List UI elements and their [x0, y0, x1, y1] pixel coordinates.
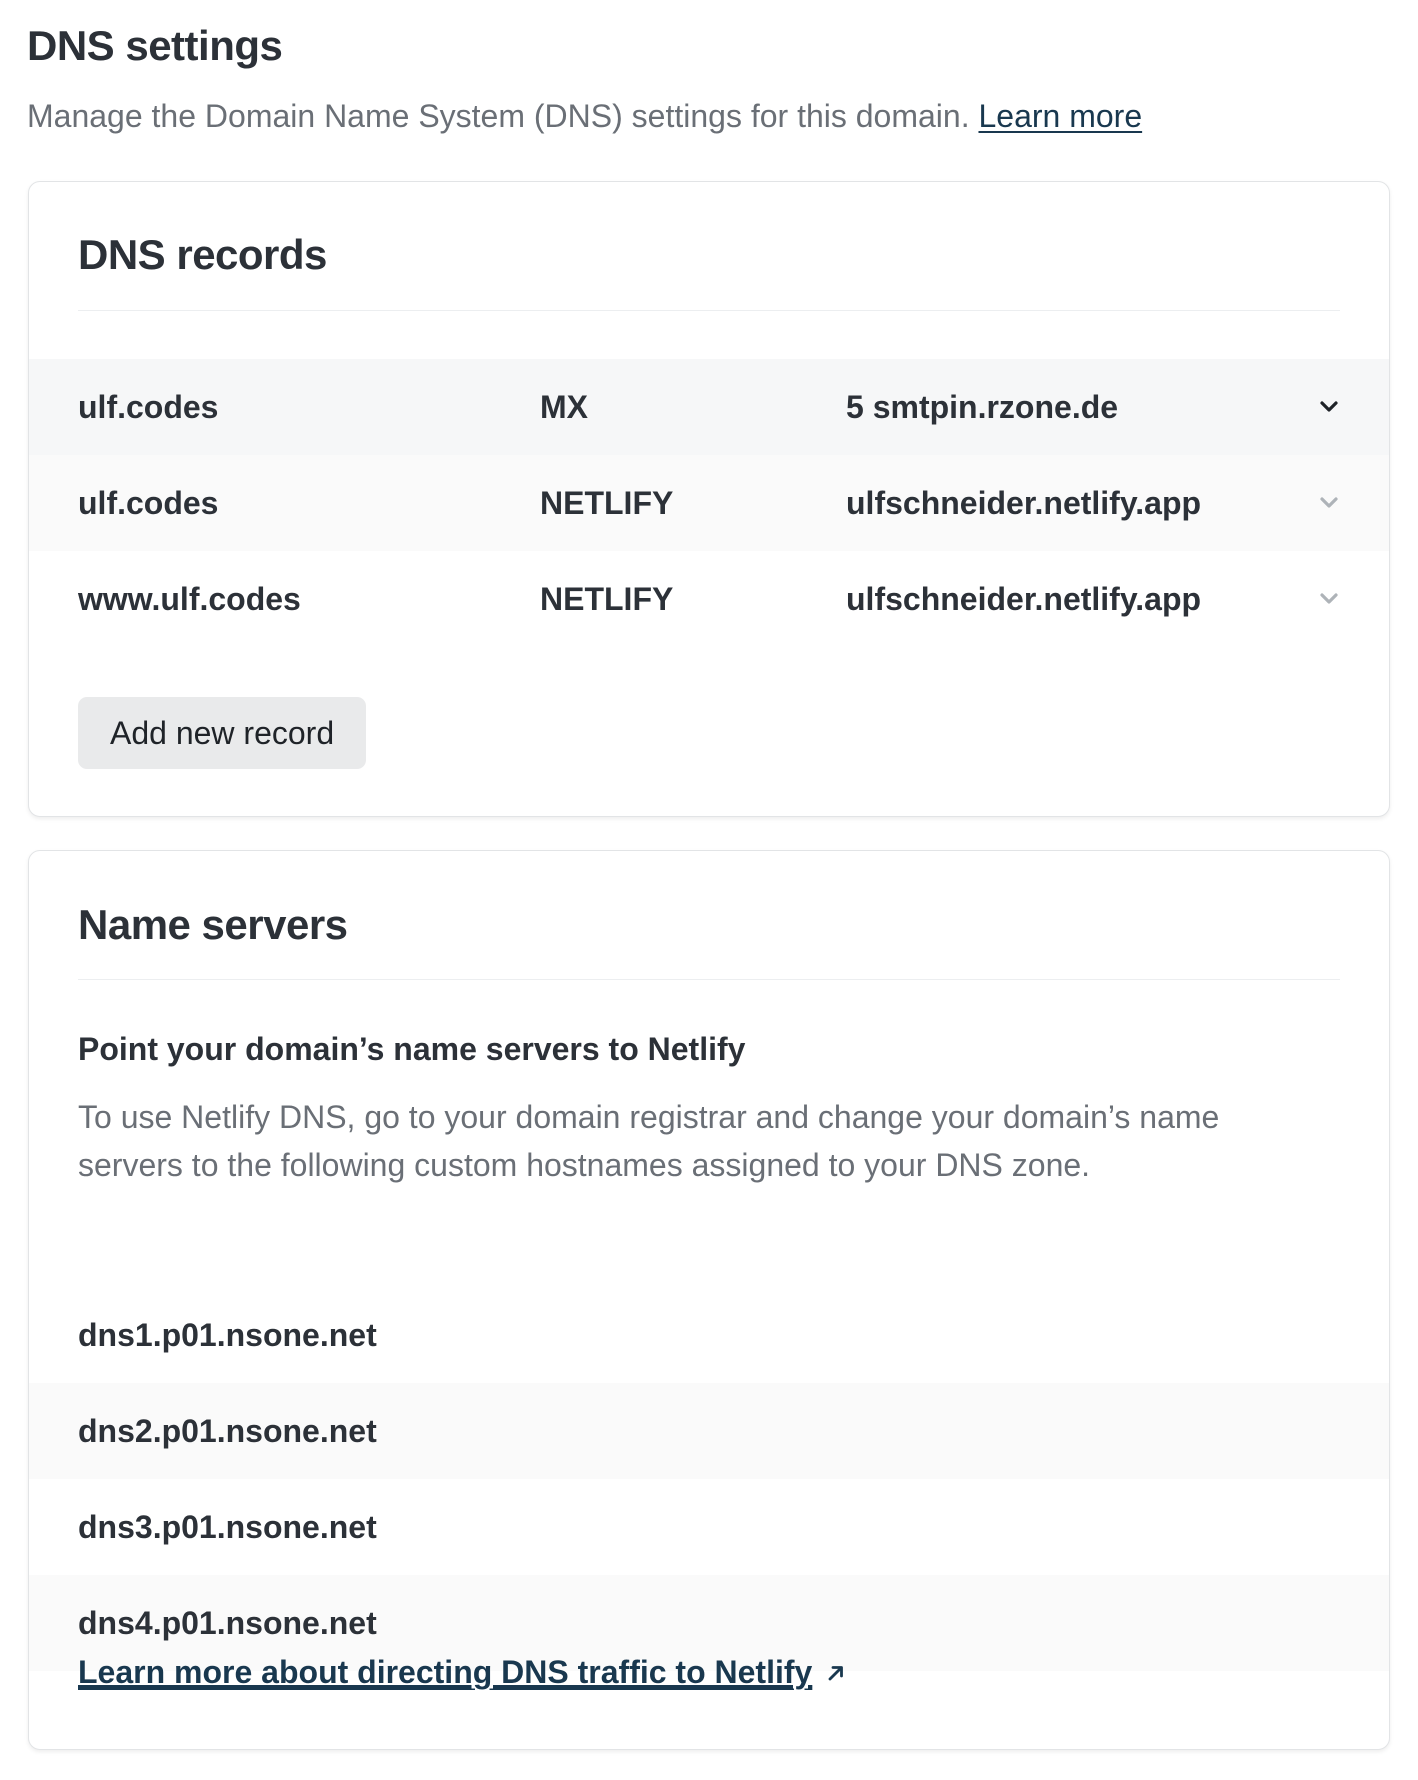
name-servers-title: Name servers: [78, 901, 348, 948]
chevron-down-icon[interactable]: [1318, 398, 1340, 416]
dns-records-card: DNS records ulf.codes MX 5 smtpin.rzone.…: [28, 181, 1390, 817]
dns-records-title: DNS records: [78, 231, 327, 278]
name-servers-subtitle: Point your domain’s name servers to Netl…: [78, 1031, 746, 1067]
record-name: www.ulf.codes: [78, 580, 301, 617]
name-server-item: dns3.p01.nsone.net: [78, 1508, 377, 1545]
add-new-record-button[interactable]: Add new record: [78, 697, 367, 769]
record-value: 5 smtpin.rzone.de: [846, 388, 1119, 425]
divider: [78, 310, 1340, 311]
dns-settings-header: DNS settings Manage the Domain Name Syst…: [27, 18, 1387, 136]
learn-more-link[interactable]: Learn more: [978, 98, 1142, 134]
divider: [78, 979, 1340, 980]
chevron-down-icon[interactable]: [1318, 494, 1340, 512]
dns-settings-page: DNS settings Manage the Domain Name Syst…: [0, 0, 1418, 1780]
name-server-item: dns2.p01.nsone.net: [29, 1383, 1389, 1479]
record-value: ulfschneider.netlify.app: [846, 484, 1202, 521]
record-name: ulf.codes: [78, 484, 219, 521]
learn-more-dns-traffic-text: Learn more about directing DNS traffic t…: [78, 1654, 813, 1690]
record-type: NETLIFY: [540, 580, 674, 617]
record-name: ulf.codes: [78, 388, 219, 425]
name-server-list: dns1.p01.nsone.net dns2.p01.nsone.net dn…: [29, 1287, 1389, 1671]
learn-more-dns-traffic-link[interactable]: Learn more about directing DNS traffic t…: [78, 1654, 846, 1691]
chevron-down-icon[interactable]: [1318, 590, 1340, 608]
name-server-item: dns1.p01.nsone.net: [78, 1316, 377, 1353]
dns-records-table: ulf.codes MX 5 smtpin.rzone.de ulf.codes…: [29, 359, 1389, 647]
page-title: DNS settings: [27, 22, 283, 69]
name-servers-description: To use Netlify DNS, go to your domain re…: [78, 1099, 1220, 1183]
name-servers-card: Name servers Point your domain’s name se…: [28, 850, 1390, 1750]
record-type: NETLIFY: [540, 484, 674, 521]
page-description: Manage the Domain Name System (DNS) sett…: [27, 96, 1387, 136]
page-description-text: Manage the Domain Name System (DNS) sett…: [27, 98, 970, 134]
dns-record-row[interactable]: ulf.codes MX 5 smtpin.rzone.de: [29, 359, 1389, 455]
arrow-up-right-icon: [828, 1665, 844, 1680]
record-type: MX: [540, 388, 588, 425]
dns-record-row[interactable]: ulf.codes NETLIFY ulfschneider.netlify.a…: [29, 455, 1389, 551]
record-value: ulfschneider.netlify.app: [846, 580, 1202, 617]
dns-record-row[interactable]: www.ulf.codes NETLIFY ulfschneider.netli…: [29, 551, 1389, 647]
